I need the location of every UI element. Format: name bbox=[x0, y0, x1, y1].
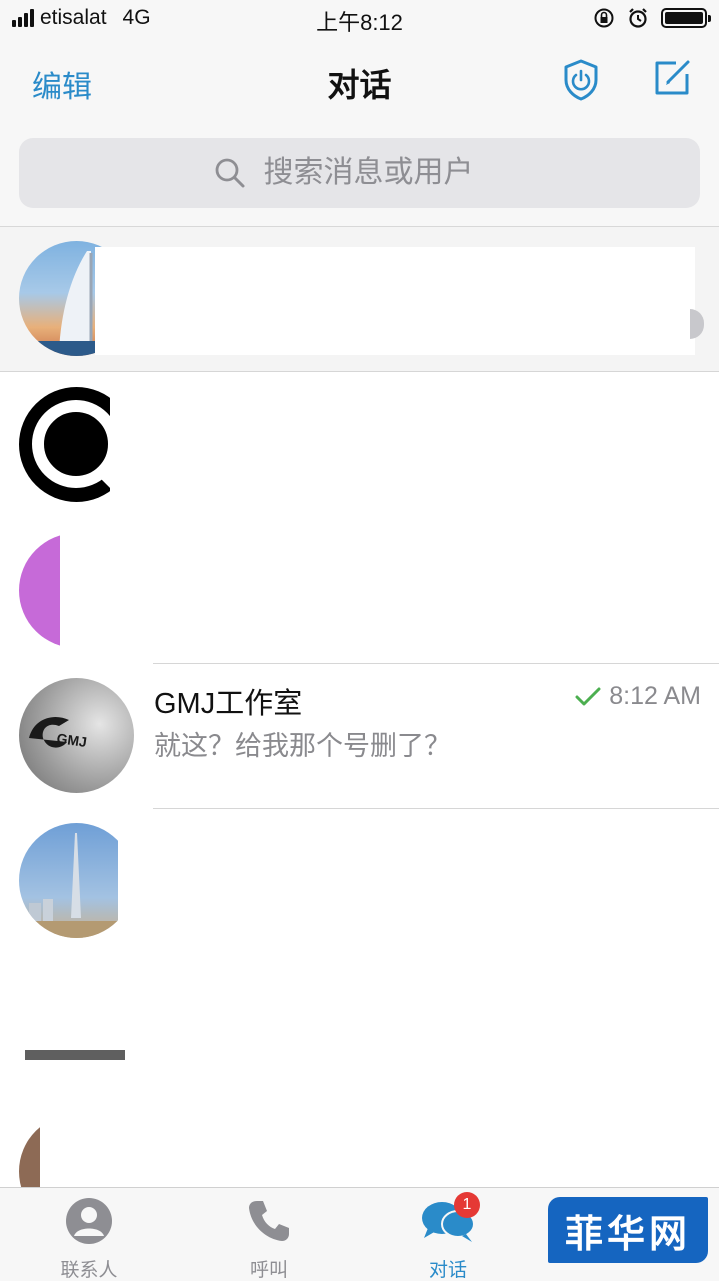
tab-label: 联系人 bbox=[60, 1260, 118, 1281]
nav-bar: 编辑 对话 bbox=[0, 40, 719, 126]
status-bar: etisalat 4G 上午8:12 bbox=[0, 0, 719, 40]
site-watermark-logo: 菲华网 bbox=[548, 1197, 708, 1263]
page-title: 对话 bbox=[327, 67, 392, 103]
search-bar[interactable] bbox=[19, 138, 700, 208]
chat-row[interactable] bbox=[0, 519, 719, 664]
chat-row[interactable] bbox=[0, 955, 719, 1100]
chat-name: GMJ工作室 bbox=[154, 688, 303, 720]
chat-row[interactable] bbox=[0, 1100, 719, 1229]
redaction-block bbox=[40, 1100, 719, 1187]
tab-label: 对话 bbox=[428, 1260, 467, 1281]
chat-row[interactable] bbox=[0, 227, 719, 372]
redaction-block bbox=[110, 373, 719, 518]
compose-button[interactable] bbox=[652, 58, 692, 103]
status-right bbox=[593, 7, 711, 29]
chat-meta: 8:12 AM bbox=[575, 682, 701, 711]
svg-text:GMJ: GMJ bbox=[56, 730, 88, 750]
search-section bbox=[0, 126, 719, 227]
tab-contacts[interactable]: 联系人 bbox=[29, 1196, 149, 1282]
tower-avatar-image bbox=[19, 833, 134, 938]
redaction-block bbox=[95, 247, 695, 355]
contacts-icon bbox=[66, 1198, 112, 1244]
search-input[interactable] bbox=[261, 155, 506, 191]
proxy-shield-button[interactable] bbox=[563, 58, 599, 107]
sent-check-icon bbox=[575, 687, 601, 705]
row-divider bbox=[0, 371, 719, 372]
unread-badge-partial bbox=[690, 309, 704, 339]
rotation-lock-icon bbox=[594, 8, 614, 28]
tab-chats[interactable]: 1 对话 bbox=[388, 1192, 508, 1282]
chat-avatar: GMJ bbox=[19, 678, 134, 793]
redaction-block bbox=[0, 955, 719, 1050]
chat-avatar bbox=[19, 823, 134, 938]
chat-time: 8:12 AM bbox=[609, 682, 701, 710]
alarm-icon bbox=[629, 8, 647, 28]
phone-icon bbox=[249, 1201, 289, 1241]
redaction-block bbox=[118, 809, 719, 954]
compose-icon bbox=[655, 60, 690, 95]
chat-row[interactable] bbox=[0, 373, 719, 518]
chat-list: GMJ GMJ工作室 就这？给我那个号删了？ 8:12 AM bbox=[0, 227, 719, 1229]
watermark-text: 菲华网 bbox=[564, 1210, 691, 1256]
tab-calls[interactable]: 呼叫 bbox=[209, 1196, 329, 1282]
tab-label: 呼叫 bbox=[249, 1260, 288, 1281]
chat-row[interactable] bbox=[0, 809, 719, 954]
search-icon bbox=[215, 158, 244, 188]
gmj-logo-avatar: GMJ bbox=[29, 717, 88, 750]
redaction-block bbox=[60, 519, 719, 663]
chat-preview: 就这？给我那个号删了？ bbox=[154, 731, 451, 761]
redaction-block bbox=[150, 1075, 600, 1100]
shield-power-icon bbox=[564, 59, 598, 101]
unread-badge: 1 bbox=[454, 1192, 480, 1218]
chat-row[interactable]: GMJ GMJ工作室 就这？给我那个号删了？ 8:12 AM bbox=[0, 664, 719, 809]
battery-icon bbox=[661, 8, 711, 28]
